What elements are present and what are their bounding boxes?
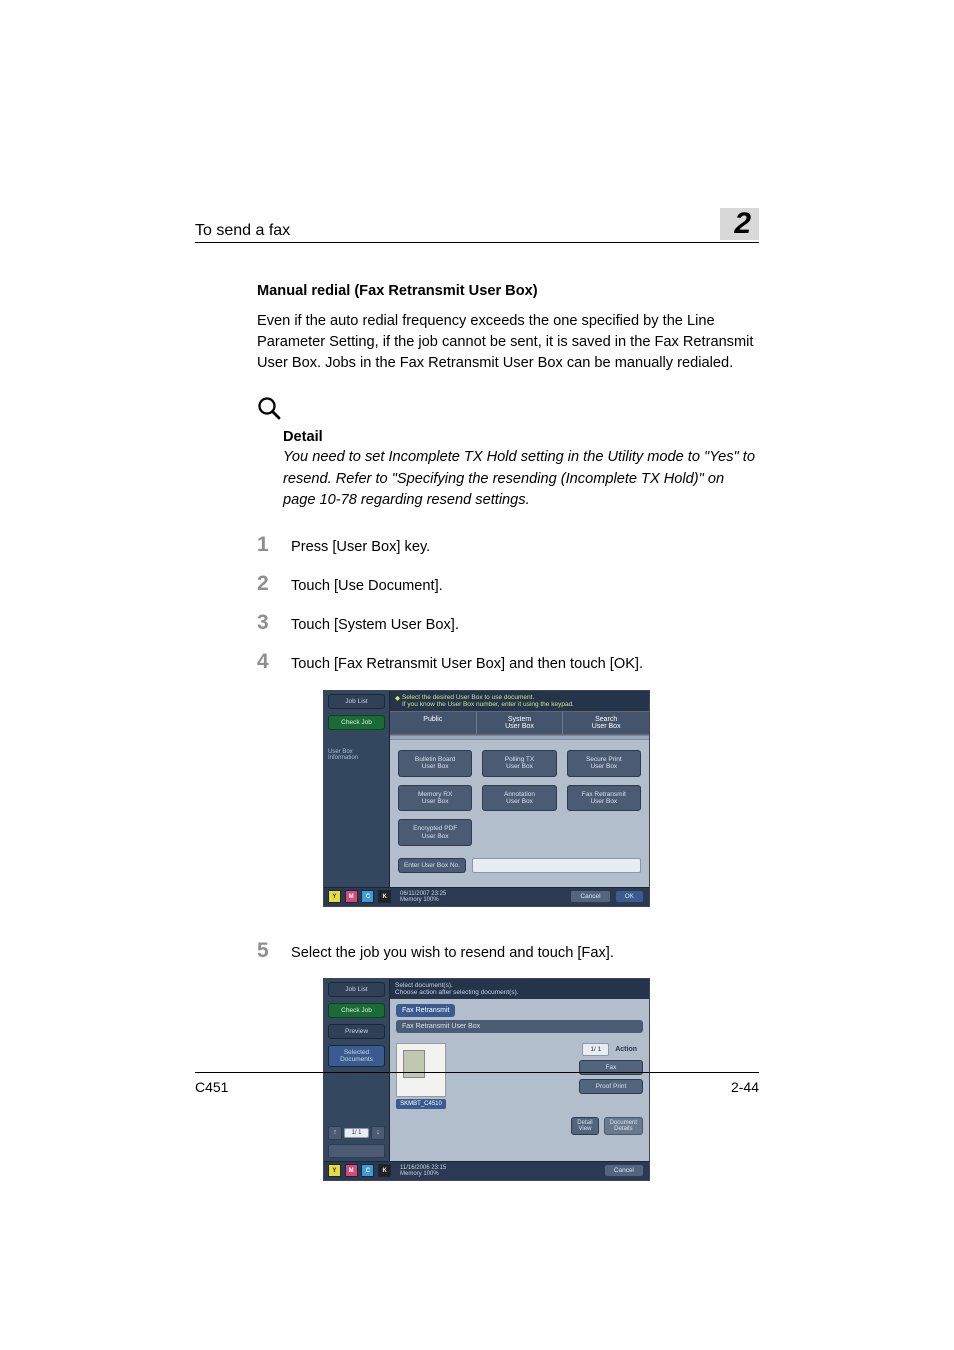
job-list-button[interactable]: Job List xyxy=(328,694,385,709)
footer-page-number: 2-44 xyxy=(731,1079,759,1095)
detail-body: You need to set Incomplete TX Hold setti… xyxy=(283,447,759,510)
tile-fax-retransmit[interactable]: Fax Retransmit User Box xyxy=(567,785,641,812)
user-box-no-field[interactable] xyxy=(472,858,641,873)
toner-y-icon: Y xyxy=(328,890,341,903)
toner-k-icon: K xyxy=(378,890,391,903)
check-job-button[interactable]: Check Job xyxy=(328,1003,385,1018)
check-job-button[interactable]: Check Job xyxy=(328,715,385,730)
ss1-footer: Y M C K 06/11/2007 23:25 Memory 100% Can… xyxy=(324,887,649,906)
step-number: 1 xyxy=(257,533,291,557)
ss2-main: Select document(s). Choose action after … xyxy=(390,979,649,1161)
step-text: Touch [Use Document]. xyxy=(291,576,759,597)
action-label: Action xyxy=(615,1046,643,1053)
step-text: Press [User Box] key. xyxy=(291,537,759,558)
section-title: Manual redial (Fax Retransmit User Box) xyxy=(257,283,759,299)
page-indicator: 1/ 1 xyxy=(582,1043,609,1056)
manual-page: To send a fax 2 Manual redial (Fax Retra… xyxy=(0,0,954,1350)
intro-paragraph: Even if the auto redial frequency exceed… xyxy=(257,311,759,374)
magnifier-icon xyxy=(257,396,759,427)
sidebar-page-indicator: 1/ 1 xyxy=(344,1128,369,1138)
tile-annotation[interactable]: Annotation User Box xyxy=(482,785,556,812)
subheader-box-name: Fax Retransmit User Box xyxy=(396,1020,643,1033)
breadcrumb-fax-retransmit[interactable]: Fax Retransmit xyxy=(396,1004,455,1017)
ok-button[interactable]: OK xyxy=(615,890,644,903)
ss1-main: ◆Select the desired User Box to use docu… xyxy=(390,691,649,887)
thumbnail-label: SKMBT_C4510 xyxy=(396,1099,446,1109)
enter-user-box-no-button[interactable]: Enter User Box No. xyxy=(398,858,466,873)
tile-secure-print[interactable]: Secure Print User Box xyxy=(567,750,641,777)
tile-polling-tx[interactable]: Polling TX User Box xyxy=(482,750,556,777)
hint-text: ◆Select the desired User Box to use docu… xyxy=(390,691,649,711)
footer-model: C451 xyxy=(195,1079,228,1095)
toner-k-icon: K xyxy=(378,1164,391,1177)
detail-heading: Detail xyxy=(283,429,759,445)
sidebar-paging: ↑ 1/ 1 ↓ xyxy=(328,1126,385,1140)
step-number: 4 xyxy=(257,650,291,674)
step-1: 1 Press [User Box] key. xyxy=(257,533,759,558)
step-number: 5 xyxy=(257,939,291,963)
cancel-button[interactable]: Cancel xyxy=(604,1164,644,1177)
toner-c-icon: C xyxy=(361,1164,374,1177)
step-text: Select the job you wish to resend and to… xyxy=(291,943,759,964)
tile-encrypted-pdf[interactable]: Encrypted PDF User Box xyxy=(398,819,472,846)
sidebar-tray-icon[interactable] xyxy=(328,1144,385,1158)
step-5: 5 Select the job you wish to resend and … xyxy=(257,939,759,964)
step-text: Touch [Fax Retransmit User Box] and then… xyxy=(291,654,759,675)
selected-documents-button[interactable]: Selected Documents xyxy=(328,1045,385,1067)
step-text: Touch [System User Box]. xyxy=(291,615,759,636)
document-details-button[interactable]: Document Details xyxy=(604,1117,643,1135)
toner-c-icon: C xyxy=(361,890,374,903)
content-area: To send a fax 2 Manual redial (Fax Retra… xyxy=(195,208,759,1213)
tile-memory-rx[interactable]: Memory RX User Box xyxy=(398,785,472,812)
toner-y-icon: Y xyxy=(328,1164,341,1177)
toner-icons: Y M C K xyxy=(324,888,395,906)
ss1-sidebar: Job List Check Job User Box Information xyxy=(324,691,390,887)
ss2-sidebar: Job List Check Job Preview Selected Docu… xyxy=(324,979,390,1161)
page-footer: C451 2-44 xyxy=(195,1072,759,1095)
toner-m-icon: M xyxy=(345,890,358,903)
ss1-tabs: Public System User Box Search User Box xyxy=(390,711,649,735)
toner-m-icon: M xyxy=(345,1164,358,1177)
step-number: 2 xyxy=(257,572,291,596)
chapter-number: 2 xyxy=(720,208,759,240)
page-up-icon[interactable]: ↑ xyxy=(328,1126,342,1140)
cancel-button[interactable]: Cancel xyxy=(570,890,610,903)
hint-text: Select document(s). Choose action after … xyxy=(390,979,649,999)
sidebar-info-label: User Box Information xyxy=(328,749,385,761)
tile-bulletin-board[interactable]: Bulletin Board User Box xyxy=(398,750,472,777)
step-2: 2 Touch [Use Document]. xyxy=(257,572,759,597)
enter-box-no-row: Enter User Box No. xyxy=(390,854,649,879)
screenshot-user-box-select: Job List Check Job User Box Information … xyxy=(323,690,650,907)
footer-status: 11/16/2006 23:15 Memory 100% xyxy=(395,1162,604,1180)
running-header: To send a fax 2 xyxy=(195,208,759,243)
header-left: To send a fax xyxy=(195,222,290,240)
tab-public[interactable]: Public xyxy=(390,712,477,734)
user-box-grid: Bulletin Board User Box Polling TX User … xyxy=(390,740,649,855)
footer-status: 06/11/2007 23:25 Memory 100% xyxy=(395,888,570,906)
step-3: 3 Touch [System User Box]. xyxy=(257,611,759,636)
tab-search-user-box[interactable]: Search User Box xyxy=(563,712,649,734)
preview-button[interactable]: Preview xyxy=(328,1024,385,1039)
page-down-icon[interactable]: ↓ xyxy=(371,1126,385,1140)
tab-system-user-box[interactable]: System User Box xyxy=(477,712,564,734)
detail-view-button[interactable]: Detail View xyxy=(571,1117,598,1135)
ss2-footer: Y M C K 11/16/2006 23:15 Memory 100% Can… xyxy=(324,1161,649,1180)
detail-block: Detail You need to set Incomplete TX Hol… xyxy=(283,429,759,510)
step-number: 3 xyxy=(257,611,291,635)
step-4: 4 Touch [Fax Retransmit User Box] and th… xyxy=(257,650,759,675)
job-list-button[interactable]: Job List xyxy=(328,982,385,997)
toner-icons: Y M C K xyxy=(324,1162,395,1180)
